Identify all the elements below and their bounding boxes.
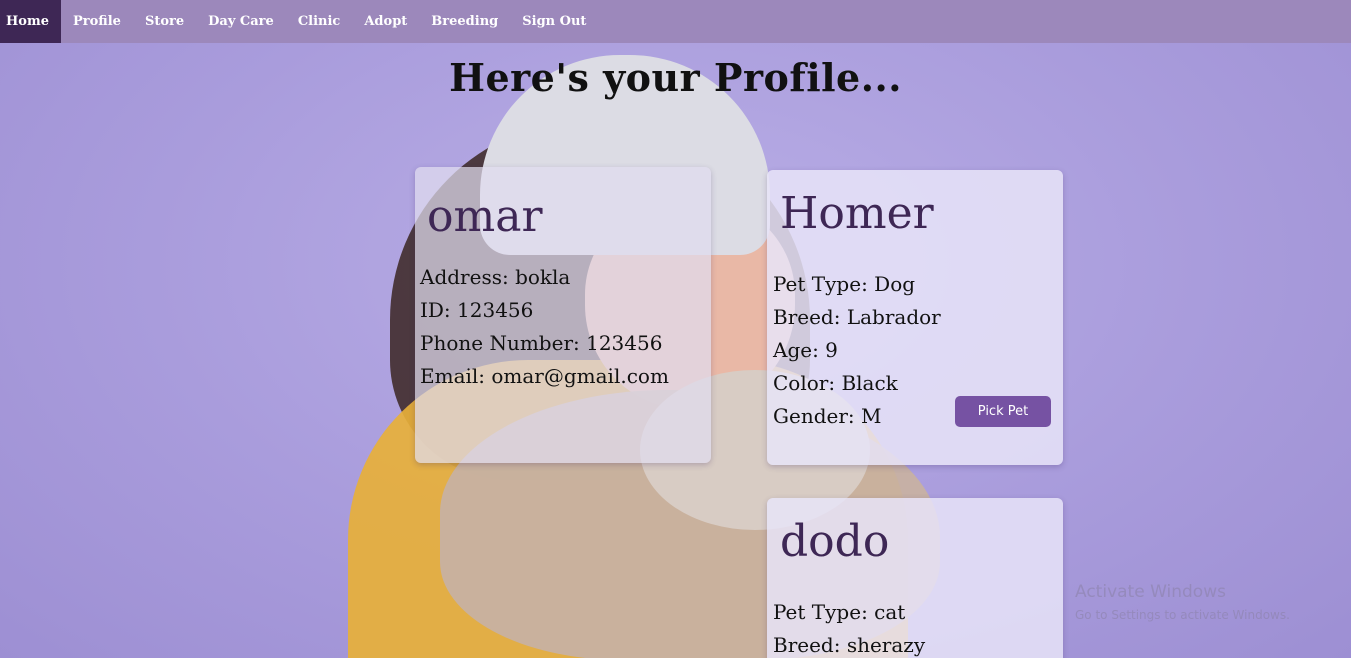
user-id: ID: 123456: [420, 298, 534, 322]
nav-sign-out[interactable]: Sign Out: [510, 0, 598, 43]
nav-adopt[interactable]: Adopt: [352, 0, 419, 43]
pet-type: Pet Type: cat: [773, 600, 906, 624]
pet-card: Homer Pet Type: Dog Breed: Labrador Age:…: [767, 170, 1063, 465]
user-address: Address: bokla: [420, 265, 571, 289]
pet-name: Homer: [780, 188, 934, 239]
pet-color: Color: Black: [773, 371, 898, 395]
nav-store[interactable]: Store: [133, 0, 196, 43]
user-profile-card: omar Address: bokla ID: 123456 Phone Num…: [415, 167, 711, 463]
pet-name: dodo: [780, 516, 890, 567]
nav-breeding[interactable]: Breeding: [419, 0, 510, 43]
pet-card: dodo Pet Type: cat Breed: sherazy: [767, 498, 1063, 658]
user-email: Email: omar@gmail.com: [420, 364, 669, 388]
user-name: omar: [427, 191, 543, 242]
pet-gender: Gender: M: [773, 404, 882, 428]
nav-home[interactable]: Home: [0, 0, 61, 43]
watermark-title: Activate Windows: [1075, 582, 1226, 602]
nav-clinic[interactable]: Clinic: [286, 0, 353, 43]
pet-breed: Breed: Labrador: [773, 305, 941, 329]
nav-profile[interactable]: Profile: [61, 0, 133, 43]
page-title: Here's your Profile...: [449, 55, 902, 100]
watermark-subtitle: Go to Settings to activate Windows.: [1075, 608, 1290, 622]
pet-type: Pet Type: Dog: [773, 272, 916, 296]
pet-age: Age: 9: [773, 338, 838, 362]
user-phone: Phone Number: 123456: [420, 331, 663, 355]
top-nav: Home Profile Store Day Care Clinic Adopt…: [0, 0, 1351, 43]
activate-windows-watermark: Activate Windows Go to Settings to activ…: [1075, 582, 1290, 622]
nav-day-care[interactable]: Day Care: [196, 0, 286, 43]
pet-breed: Breed: sherazy: [773, 633, 926, 657]
pick-pet-button[interactable]: Pick Pet: [955, 396, 1051, 427]
